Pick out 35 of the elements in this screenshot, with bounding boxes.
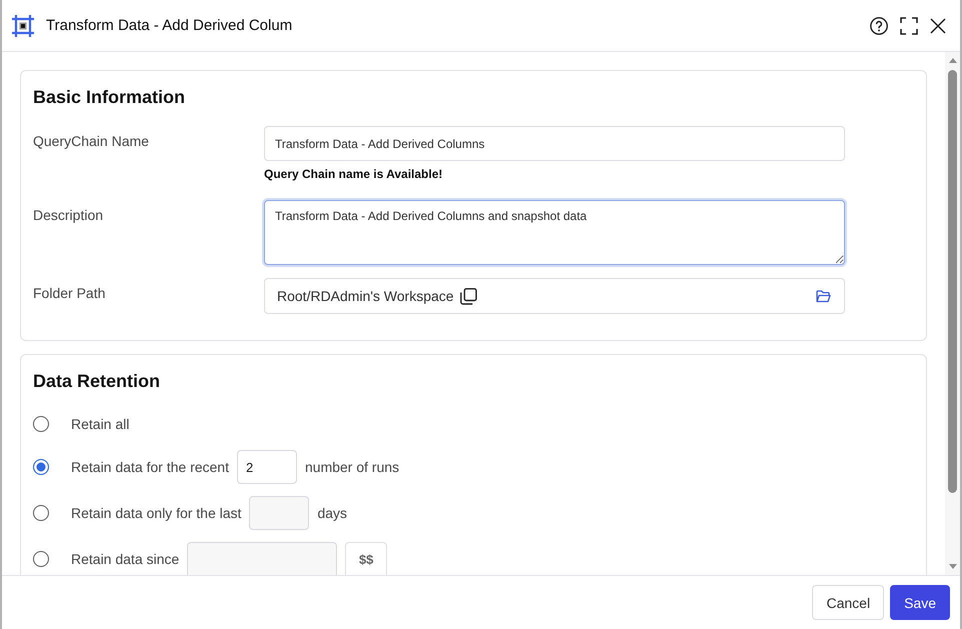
option-suffix: number of runs <box>305 459 400 475</box>
scrollbar-thumb[interactable] <box>948 70 957 493</box>
radio-button[interactable] <box>33 505 49 521</box>
date-input[interactable] <box>187 542 338 575</box>
option-suffix: days <box>317 505 348 521</box>
number-input[interactable]: 2 <box>237 450 297 484</box>
copy-icon[interactable] <box>460 288 477 304</box>
option-label: Retain data only for the last <box>71 505 242 521</box>
folder-path-field[interactable]: Root/RDAdmin's Workspace <box>264 278 845 314</box>
save-button[interactable]: Save <box>890 585 950 620</box>
scroll-up-arrow-icon[interactable] <box>948 58 956 63</box>
availability-message: Query Chain name is Available! <box>264 167 444 181</box>
option-label: Retain data since <box>71 550 180 566</box>
radio-button[interactable] <box>33 416 49 432</box>
frame-icon <box>12 14 34 36</box>
window-title: Transform Data - Add Derived Colum <box>46 17 294 34</box>
close-icon[interactable] <box>930 18 946 34</box>
section-title: Data Retention <box>33 370 162 393</box>
option-label: Retain data for the recent <box>71 459 229 475</box>
variable-button[interactable]: $$ <box>345 542 388 575</box>
number-input[interactable] <box>249 496 310 530</box>
name-input[interactable]: Transform Data - Add Derived Columns <box>264 126 845 161</box>
field-label: QueryChain Name <box>33 132 150 151</box>
option-label: Retain all <box>71 416 130 432</box>
help-icon[interactable] <box>870 16 888 34</box>
section-title: Basic Information <box>33 86 186 109</box>
folder-icon[interactable] <box>816 290 831 302</box>
scroll-down-arrow-icon[interactable] <box>948 564 956 569</box>
radio-button[interactable] <box>33 459 49 475</box>
description-textarea[interactable]: Transform Data - Add Derived Columns and snapshot data <box>264 200 845 265</box>
radio-button[interactable] <box>33 550 49 566</box>
cancel-button[interactable]: Cancel <box>812 585 884 620</box>
field-label: Description <box>33 206 104 225</box>
expand-icon[interactable] <box>900 16 918 34</box>
field-label: Folder Path <box>33 284 106 303</box>
